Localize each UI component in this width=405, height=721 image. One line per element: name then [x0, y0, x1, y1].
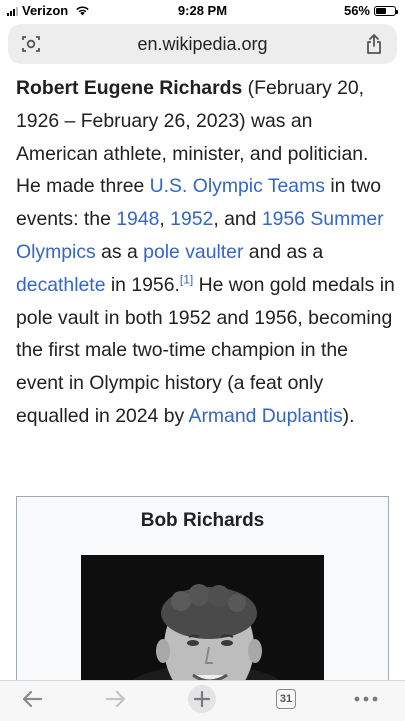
- forward-button[interactable]: [96, 681, 136, 717]
- link-pole-vaulter[interactable]: pole vaulter: [143, 241, 243, 263]
- infobox: Bob Richards: [16, 496, 389, 686]
- text-segment: ,: [159, 208, 171, 231]
- text-segment: and as a: [243, 240, 324, 263]
- link-1952[interactable]: 1952: [170, 208, 213, 230]
- portrait-image: [81, 555, 324, 685]
- link-armand-duplantis[interactable]: Armand Duplantis: [189, 405, 343, 427]
- text-segment: as a: [95, 240, 144, 263]
- battery-percent: 56%: [343, 3, 370, 18]
- more-button[interactable]: [346, 681, 386, 717]
- infobox-photo[interactable]: [81, 555, 324, 685]
- address-bar[interactable]: en.wikipedia.org: [8, 24, 397, 64]
- bottom-toolbar: 31: [0, 680, 405, 721]
- article-subject: Robert Eugene Richards: [16, 77, 243, 99]
- link-decathlete[interactable]: decathlete: [16, 274, 105, 296]
- more-icon: [354, 696, 378, 702]
- text-segment: in 1956.: [105, 273, 180, 296]
- back-button[interactable]: [12, 681, 52, 717]
- tabs-button[interactable]: 31: [266, 681, 306, 717]
- article-lead-paragraph: Robert Eugene Richards (February 20, 192…: [16, 72, 396, 433]
- reference-1[interactable]: [1]: [180, 272, 193, 286]
- status-right: 56%: [343, 3, 398, 18]
- url-text[interactable]: en.wikipedia.org: [8, 34, 397, 55]
- back-arrow-icon: [22, 690, 43, 708]
- forward-arrow-icon: [105, 690, 126, 708]
- status-bar: Verizon 9:28 PM 56%: [0, 0, 405, 22]
- new-tab-button[interactable]: [182, 681, 222, 717]
- text-segment: ).: [342, 404, 355, 427]
- battery-icon: [374, 5, 398, 16]
- tabs-icon: 31: [276, 689, 296, 709]
- share-icon[interactable]: [365, 33, 383, 55]
- link-us-olympic-teams[interactable]: U.S. Olympic Teams: [150, 175, 325, 197]
- battery-fill: [376, 7, 386, 14]
- link-1948[interactable]: 1948: [116, 208, 159, 230]
- infobox-title: Bob Richards: [140, 510, 265, 531]
- plus-icon: [188, 685, 216, 713]
- text-segment: , and: [213, 208, 262, 231]
